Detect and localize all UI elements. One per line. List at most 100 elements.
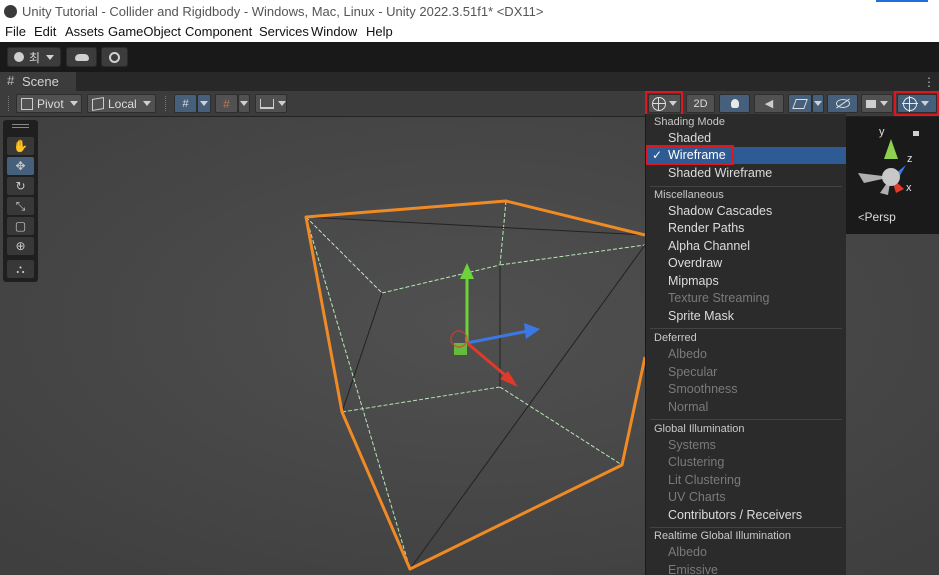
transform-tool-button[interactable]: ⊕ xyxy=(7,237,34,255)
more-options-icon[interactable]: ⋮ xyxy=(923,75,935,89)
gizmo-axis-z: z xyxy=(907,153,913,165)
menu-item-smoothness: Smoothness xyxy=(668,382,738,396)
ruler-icon xyxy=(260,98,274,109)
chevron-down-icon xyxy=(814,101,822,106)
chevron-down-icon xyxy=(880,101,888,106)
collab-icon xyxy=(109,51,120,63)
section-header: Global Illumination xyxy=(654,423,745,435)
gizmos-highlight xyxy=(894,91,939,116)
camera-icon xyxy=(866,99,876,108)
menu-item-alpha-channel[interactable]: Alpha Channel xyxy=(668,239,750,253)
menu-separator xyxy=(650,328,842,329)
grid-snap-dropdown[interactable] xyxy=(197,94,211,113)
menu-separator xyxy=(650,419,842,420)
light-bulb-icon xyxy=(730,99,739,108)
title-accent xyxy=(876,0,928,2)
tab-row: # Scene ⋮ xyxy=(0,72,939,91)
increment-snap-dropdown[interactable] xyxy=(238,94,250,113)
2d-toggle-label: 2D xyxy=(693,97,708,110)
menu-item-specular: Specular xyxy=(668,365,718,379)
menu-separator xyxy=(650,186,842,187)
transform-icon: ⊕ xyxy=(15,239,26,253)
move-tool-button[interactable]: ✥ xyxy=(7,157,34,175)
menu-item-normal: Normal xyxy=(668,400,709,414)
effects-dropdown[interactable] xyxy=(812,94,824,113)
tab-scene[interactable]: # Scene xyxy=(0,72,76,91)
rect-tool-button[interactable]: ▢ xyxy=(7,217,34,235)
draw-mode-highlight xyxy=(645,91,683,116)
local-dropdown[interactable]: Local xyxy=(87,94,156,113)
grid-snap-button[interactable]: # xyxy=(174,94,197,113)
menu-edit[interactable]: Edit xyxy=(34,24,56,39)
title-bar: Unity Tutorial - Collider and Rigidbody … xyxy=(0,0,939,24)
section-header: Shading Mode xyxy=(654,116,725,128)
local-label: Local xyxy=(108,96,137,111)
cloud-icon xyxy=(74,53,89,61)
pivot-dropdown[interactable]: Pivot xyxy=(16,94,82,113)
account-name: 최 xyxy=(28,50,41,65)
menu-item-lit-clustering: Lit Clustering xyxy=(668,473,741,487)
menu-item-albedo: Albedo xyxy=(668,347,707,361)
menu-help[interactable]: Help xyxy=(366,24,393,39)
lighting-toggle-button[interactable] xyxy=(719,94,750,113)
cloud-button[interactable] xyxy=(66,47,97,67)
window-title: Unity Tutorial - Collider and Rigidbody … xyxy=(22,4,544,19)
pivot-label: Pivot xyxy=(37,96,64,111)
chevron-down-icon xyxy=(240,101,248,106)
menu-item-render-paths[interactable]: Render Paths xyxy=(668,221,744,235)
menu-item-texture-streaming: Texture Streaming xyxy=(668,291,770,305)
persp-toggle[interactable]: <Persp xyxy=(858,210,896,224)
menu-window[interactable]: Window xyxy=(311,24,357,39)
orientation-gizmo[interactable]: y z x <Persp xyxy=(846,117,939,234)
custom-tool-button[interactable]: ⛬ xyxy=(7,260,34,278)
camera-dropdown[interactable] xyxy=(861,94,893,113)
menu-item-mipmaps[interactable]: Mipmaps xyxy=(668,274,719,288)
account-button[interactable]: 최 xyxy=(7,47,61,67)
menu-item-shaded-wireframe[interactable]: Shaded Wireframe xyxy=(668,166,772,180)
lock-icon[interactable] xyxy=(913,131,919,136)
rect-icon: ▢ xyxy=(14,219,27,233)
menu-item-sprite-mask[interactable]: Sprite Mask xyxy=(668,309,734,323)
menu-item-contributors-receivers[interactable]: Contributors / Receivers xyxy=(668,508,802,522)
pivot-icon xyxy=(21,97,33,110)
rotate-tool-button[interactable]: ↻ xyxy=(7,177,34,195)
scale-tool-button[interactable]: ⤡ xyxy=(7,197,34,215)
hidden-objects-button[interactable] xyxy=(827,94,858,113)
menu-component[interactable]: Component xyxy=(185,24,252,39)
section-header: Deferred xyxy=(654,332,697,344)
move-icon: ✥ xyxy=(15,159,26,173)
menu-item-overdraw[interactable]: Overdraw xyxy=(668,256,722,270)
rotate-icon: ↻ xyxy=(15,179,26,193)
menu-services[interactable]: Services xyxy=(259,24,309,39)
ruler-dropdown[interactable] xyxy=(255,94,287,113)
chevron-down-icon xyxy=(200,101,208,106)
toolbar-grip xyxy=(165,96,168,111)
hand-tool-button[interactable]: ✋ xyxy=(7,137,34,155)
increment-snap-button[interactable]: # xyxy=(215,94,238,113)
menu-item-emissive: Emissive xyxy=(668,563,719,575)
section-header: Realtime Global Illumination xyxy=(654,530,791,542)
menu-file[interactable]: File xyxy=(5,24,26,39)
menu-item-uv-charts: UV Charts xyxy=(668,490,726,504)
effects-toggle-button[interactable] xyxy=(788,94,812,113)
tab-scene-label: Scene xyxy=(22,74,59,89)
cube-icon xyxy=(92,96,104,111)
tool-palette: ✋ ✥ ↻ ⤡ ▢ ⊕ ⛬ xyxy=(3,120,38,282)
toolbar-grip xyxy=(8,96,11,111)
gizmo-axis-x: x xyxy=(906,182,912,194)
menu-item-realtime-albedo: Albedo xyxy=(668,545,707,559)
menu-item-shadow-cascades[interactable]: Shadow Cascades xyxy=(668,204,772,218)
chevron-down-icon xyxy=(278,101,286,106)
2d-toggle-button[interactable]: 2D xyxy=(686,94,715,113)
menu-separator xyxy=(650,527,842,528)
grid-icon: # xyxy=(7,73,15,88)
grid-snap-icon: # xyxy=(182,97,189,110)
menu-gameobject[interactable]: GameObject xyxy=(108,24,181,39)
collab-button[interactable] xyxy=(101,47,128,67)
scale-icon: ⤡ xyxy=(15,198,26,213)
menu-assets[interactable]: Assets xyxy=(65,24,104,39)
menu-item-shaded[interactable]: Shaded xyxy=(668,131,711,145)
audio-toggle-button[interactable]: ◀ xyxy=(754,94,784,113)
chevron-down-icon xyxy=(142,101,151,106)
menu-item-systems: Systems xyxy=(668,438,716,452)
